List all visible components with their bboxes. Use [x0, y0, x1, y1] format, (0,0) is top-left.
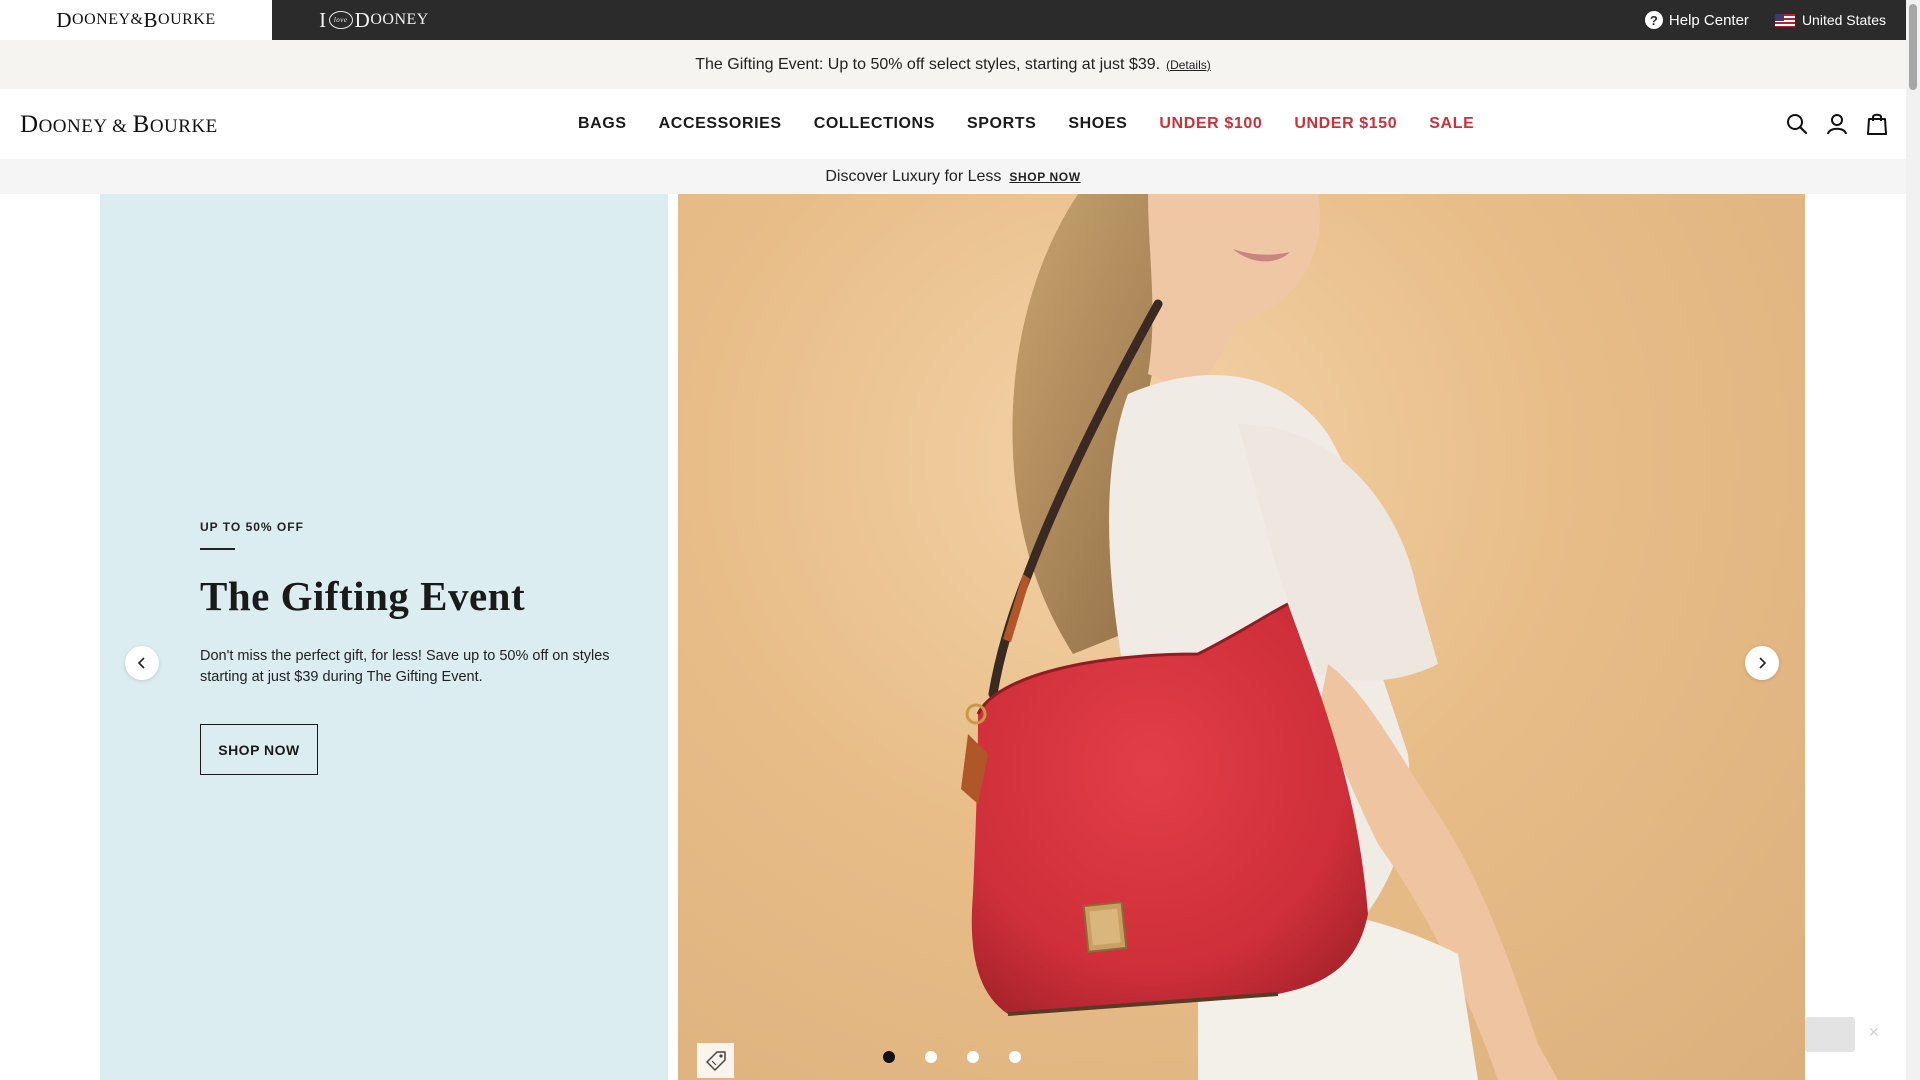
carousel-dot[interactable] — [883, 1051, 895, 1063]
carousel-prev-button[interactable] — [125, 646, 159, 680]
promo-text: The Gifting Event: Up to 50% off select … — [695, 55, 1161, 73]
logo-text: B — [132, 111, 150, 138]
overlay-button[interactable] — [1805, 1017, 1855, 1052]
hero-illustration — [961, 194, 1558, 1080]
shopping-bag-icon[interactable] — [1862, 109, 1892, 139]
help-center-link[interactable]: ? Help Center — [1644, 0, 1749, 40]
hero-title: The Gifting Event — [200, 573, 526, 619]
hero-eyebrow: UP TO 50% OFF — [200, 520, 304, 534]
chevron-left-icon — [137, 657, 145, 669]
nav-item-sports[interactable]: SPORTS — [967, 115, 1036, 133]
page-scrollbar[interactable] — [1906, 0, 1920, 1080]
utility-spacer — [476, 0, 1645, 40]
site-logo[interactable]: DOONEY & BOURKE — [20, 111, 218, 139]
brand-tab-text: OONEY — [370, 11, 429, 28]
us-flag-icon — [1774, 13, 1795, 27]
brand-tab-text: OURKE — [158, 11, 216, 28]
brand-tab-dooney-bourke[interactable]: D OONEY & B OURKE — [0, 0, 272, 40]
promo-details-link[interactable]: (Details) — [1166, 58, 1211, 72]
account-icon[interactable] — [1822, 109, 1852, 139]
model-face — [1148, 194, 1320, 394]
chevron-right-icon — [1759, 657, 1767, 669]
brand-tab-text: B — [143, 7, 159, 32]
heart-icon-text: love — [333, 16, 348, 24]
carousel-next-button[interactable] — [1745, 646, 1779, 680]
nav-item-shoes[interactable]: SHOES — [1068, 115, 1127, 133]
search-icon[interactable] — [1782, 109, 1812, 139]
brand-tab-text: D — [354, 7, 371, 32]
logo-text: & — [106, 116, 133, 137]
nav-item-under-100[interactable]: UNDER $100 — [1159, 115, 1262, 133]
logo-text: OURKE — [149, 116, 218, 137]
discover-shop-now-link[interactable]: SHOP NOW — [1009, 170, 1080, 184]
red-shoulder-bag — [971, 604, 1368, 1014]
hero-shop-now-button[interactable]: SHOP NOW — [200, 724, 318, 775]
region-selector[interactable]: United States — [1774, 0, 1886, 40]
carousel-dot[interactable] — [1009, 1051, 1021, 1063]
hero-text-panel: UP TO 50% OFF The Gifting Event Don't mi… — [100, 194, 668, 1080]
logo-text: D — [20, 111, 39, 138]
brand-tab-text: I — [319, 7, 327, 32]
bag-strap-tab — [1003, 574, 1030, 642]
carousel-dot[interactable] — [925, 1051, 937, 1063]
promo-banner: The Gifting Event: Up to 50% off select … — [0, 40, 1906, 89]
header-icons — [1772, 109, 1892, 139]
heart-icon: love — [328, 11, 353, 29]
nav-item-collections[interactable]: COLLECTIONS — [814, 115, 935, 133]
question-circle-icon: ? — [1644, 11, 1663, 29]
close-icon[interactable]: ✕ — [1868, 1024, 1880, 1041]
brand-tab-i-love-dooney[interactable]: Ilove D OONEY — [272, 0, 476, 40]
brand-tab-text: & — [130, 11, 144, 28]
primary-nav: BAGS ACCESSORIES COLLECTIONS SPORTS SHOE… — [578, 89, 1506, 159]
region-label: United States — [1801, 12, 1886, 28]
nav-item-accessories[interactable]: ACCESSORIES — [659, 115, 782, 133]
brand-tab-text: D — [56, 7, 73, 32]
hero-body: Don't miss the perfect gift, for less! S… — [200, 648, 610, 685]
brand-tab-text: OONEY — [72, 11, 131, 28]
help-center-label: Help Center — [1668, 11, 1749, 29]
scrollbar-thumb[interactable] — [1909, 4, 1917, 90]
carousel-dot[interactable] — [967, 1051, 979, 1063]
carousel-pagination — [883, 1051, 1051, 1063]
nav-item-bags[interactable]: BAGS — [578, 115, 627, 133]
discover-text: Discover Luxury for Less — [825, 167, 1002, 185]
nav-item-under-150[interactable]: UNDER $150 — [1294, 115, 1397, 133]
discover-banner: Discover Luxury for Less SHOP NOW — [0, 159, 1906, 194]
hero-image[interactable] — [678, 194, 1805, 1080]
hero-eyebrow-rule — [200, 548, 235, 550]
price-tag-icon[interactable] — [697, 1043, 734, 1078]
logo-text: OONEY — [38, 116, 107, 137]
utility-bar: D OONEY & B OURKE Ilove D OONEY ? Help Cente… — [0, 0, 1906, 40]
nav-item-sale[interactable]: SALE — [1429, 115, 1474, 133]
main-header: DOONEY & BOURKE BAGS ACCESSORIES COLLECT… — [0, 89, 1906, 159]
